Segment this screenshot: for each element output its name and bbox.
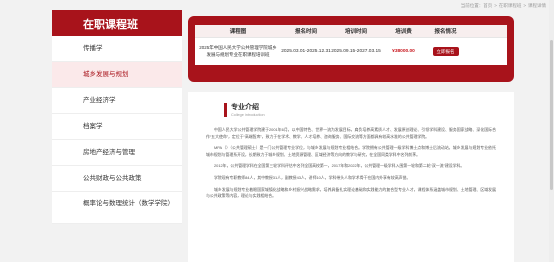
header-train-time: 培训时间: [344, 29, 367, 35]
course-fee: ¥38000.00: [392, 49, 415, 54]
main-content: 课程图 报名时间 培训时间 培训费 报名情况 2025年中国人民大学公共管理学院…: [188, 16, 514, 262]
intro-paragraph: MPA（）（公共管理硕士）是一门公共管理专业学位，与城乡发展与规划专业相结合。学…: [206, 145, 496, 157]
sidebar-item-public-finance[interactable]: 公共财政与公共政策: [52, 166, 182, 192]
sidebar: 在职课程班 传播学 城乡发展与规划 产业经济学 档案学 房地产经济与管理 公共财…: [52, 10, 182, 224]
breadcrumb: 当前位置：首页 > 在职课程班 > 课程详情: [460, 3, 546, 8]
enroll-cell: 立即报名: [426, 47, 465, 56]
sidebar-item-archives[interactable]: 档案学: [52, 114, 182, 140]
breadcrumb-current: 课程详情: [528, 3, 546, 8]
sidebar-item-probability-statistics[interactable]: 概率论与数理统计（数学学院）: [52, 192, 182, 224]
course-table: 课程图 报名时间 培训时间 培训费 报名情况 2025年中国人民大学公共管理学院…: [188, 16, 514, 82]
intro-paragraph: 城乡发展与规划专业着眼国家城镇化战略和乡村振兴战略需求，培养具备扎实理论基础和实…: [206, 186, 496, 199]
major-intro: 专业介绍 College introduction 中国人民大学公共管理学院建于…: [188, 92, 514, 262]
intro-paragraph: 2012年，公共管理学科在全国第三轮学科评估中名列全国高校第一，2017年和20…: [214, 163, 465, 169]
sidebar-item-urban-rural-planning[interactable]: 城乡发展与规划: [52, 62, 182, 88]
intro-title: 专业介绍: [231, 104, 259, 111]
header-course: 课程图: [229, 29, 247, 35]
heading-accent-bar: [224, 102, 227, 117]
apply-now-button[interactable]: 立即报名: [432, 47, 459, 56]
page-scrollbar[interactable]: [549, 0, 554, 262]
breadcrumb-prefix: 当前位置：: [460, 3, 484, 8]
header-fee: 培训费: [395, 29, 412, 35]
breadcrumb-home[interactable]: 首页: [483, 3, 492, 8]
sidebar-item-industrial-economics[interactable]: 产业经济学: [52, 88, 182, 114]
course-name[interactable]: 2025年中国人民大学公共管理学院城乡发展与规划专业在职课程培训班: [195, 45, 281, 58]
scrollbar-thumb[interactable]: [550, 40, 553, 190]
intro-heading: 专业介绍 College introduction: [224, 102, 496, 117]
sidebar-title: 在职课程班: [52, 10, 182, 36]
sidebar-item-real-estate[interactable]: 房地产经济与管理: [52, 140, 182, 166]
header-enroll-status: 报名情况: [434, 29, 457, 35]
intro-subtitle: College introduction: [231, 113, 265, 117]
train-time: 2025.09.15-2027.03.15: [331, 49, 381, 54]
intro-paragraph: 中国人民大学公共管理学院建于2001年6月，以中国特色、世界一流为发展目标，肩负…: [206, 127, 496, 139]
sidebar-item-communication[interactable]: 传播学: [52, 36, 182, 62]
table-row: 2025年中国人民大学公共管理学院城乡发展与规划专业在职课程培训班 2025.0…: [195, 37, 507, 65]
table-header: 课程图 报名时间 培训时间 培训费 报名情况: [195, 25, 507, 37]
breadcrumb-category[interactable]: 在职课程班: [499, 3, 522, 8]
header-enroll-time: 报名时间: [294, 29, 317, 35]
enroll-time: 2025.03.01-2025.12.31: [281, 49, 331, 54]
intro-paragraph: 学院现有专职教师84人，其中教授31人，副教授43人，讲师10人，学科带头人和学…: [214, 174, 411, 180]
